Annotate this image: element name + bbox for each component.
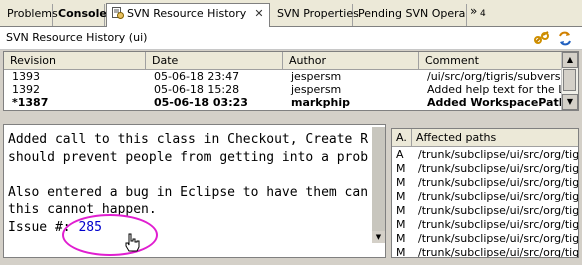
table-row[interactable]: M/trunk/subclipse/ui/src/org/tig... xyxy=(392,190,578,204)
column-header-affected-paths[interactable]: Affected paths xyxy=(412,129,496,146)
table-row[interactable]: M/trunk/subclipse/ui/src/org/tig... xyxy=(392,218,578,232)
path-cell: /trunk/subclipse/ui/src/org/tig... xyxy=(418,162,579,175)
action-cell: A xyxy=(396,148,404,161)
path-cell: /trunk/subclipse/ui/src/org/tig... xyxy=(418,218,579,231)
scroll-down-icon[interactable]: ▼ xyxy=(562,94,578,110)
table-row[interactable]: M/trunk/subclipse/ui/src/org/tig... xyxy=(392,204,578,218)
action-cell: M xyxy=(396,204,406,217)
tab-pending-svn-operations[interactable]: Pending SVN Opera... xyxy=(353,4,467,26)
revision-cell: 1392 xyxy=(12,83,40,96)
comment-line: Also entered a bug in Eclipse to have th… xyxy=(8,184,369,200)
comment-cell: Added help text for the Lock xyxy=(427,83,572,96)
table-row[interactable]: M/trunk/subclipse/ui/src/org/tig... xyxy=(392,246,579,258)
affected-paths-table: A. Affected paths A/trunk/subclipse/ui/s… xyxy=(391,128,579,258)
path-cell: /trunk/subclipse/ui/src/org/tig... xyxy=(418,204,579,217)
scroll-up-icon[interactable]: ▲ xyxy=(562,52,578,68)
path-cell: /trunk/subclipse/ui/src/org/tig... xyxy=(418,176,579,189)
table-row[interactable]: 1393 05-06-18 23:47 jespersm /ui/src/org… xyxy=(4,70,572,83)
annotation-ellipse xyxy=(62,214,158,256)
action-cell: M xyxy=(396,162,406,175)
date-cell: 05-06-18 23:47 xyxy=(154,70,240,83)
table-scrollbar[interactable]: ▲ ▼ xyxy=(561,52,578,110)
comment-line: should prevent people from getting into … xyxy=(8,149,369,165)
column-header-date[interactable]: Date xyxy=(146,52,283,69)
chevron-overflow-icon[interactable]: » xyxy=(470,4,477,18)
view-title: SVN Resource History (ui) xyxy=(6,31,148,44)
revision-cell: *1387 xyxy=(12,96,49,109)
tab-console[interactable]: Console xyxy=(53,4,107,26)
table-row[interactable]: M/trunk/subclipse/ui/src/org/tig... xyxy=(392,232,578,246)
column-header-action[interactable]: A. xyxy=(392,129,412,146)
table-row[interactable]: A/trunk/subclipse/ui/src/org/tig... xyxy=(392,148,578,162)
comment-scrollbar[interactable]: ▼ xyxy=(372,127,385,243)
column-header-comment[interactable]: Comment xyxy=(419,52,564,69)
table-header: A. Affected paths xyxy=(392,129,578,147)
date-cell: 05-06-18 03:23 xyxy=(154,96,248,109)
comment-cell: Added WorkspacePathVa xyxy=(427,96,572,109)
path-cell: /trunk/subclipse/ui/src/org/tig... xyxy=(418,190,579,203)
scroll-thumb[interactable] xyxy=(563,69,576,91)
close-icon[interactable]: ✕ xyxy=(254,7,263,20)
tab-svn-resource-history[interactable]: SVN Resource History ✕ xyxy=(106,3,270,27)
history-table: Revision Date Author Comment 1393 05-06-… xyxy=(3,51,579,111)
tab-label: SVN Resource History xyxy=(127,7,247,20)
action-cell: M xyxy=(396,232,406,245)
author-cell: markphip xyxy=(291,96,350,109)
tab-label: Problems xyxy=(7,7,58,20)
revision-cell: 1393 xyxy=(12,70,40,83)
scroll-down-icon[interactable]: ▼ xyxy=(372,231,385,243)
tab-label: Console xyxy=(58,7,107,20)
table-row[interactable]: M/trunk/subclipse/ui/src/org/tig... xyxy=(392,162,578,176)
author-cell: jespersm xyxy=(291,70,342,83)
table-header: Revision Date Author Comment xyxy=(4,52,564,70)
tab-label: Pending SVN Opera... xyxy=(358,7,467,20)
table-row[interactable]: 1392 05-06-18 15:28 jespersm Added help … xyxy=(4,83,572,96)
tab-problems[interactable]: Problems xyxy=(2,4,58,26)
action-cell: M xyxy=(396,190,406,203)
action-cell: M xyxy=(396,218,406,231)
scroll-thumb[interactable] xyxy=(372,127,385,231)
action-cell: M xyxy=(396,176,406,189)
path-cell: /trunk/subclipse/ui/src/org/tig... xyxy=(418,246,579,258)
comment-text-area[interactable]: Added call to this class in Checkout, Cr… xyxy=(3,124,386,258)
comment-line: Added call to this class in Checkout, Cr… xyxy=(8,132,369,147)
date-cell: 05-06-18 15:28 xyxy=(154,83,240,96)
refresh-icon[interactable] xyxy=(556,30,574,47)
table-row-selected[interactable]: *1387 05-06-18 03:23 markphip Added Work… xyxy=(4,96,572,109)
path-cell: /trunk/subclipse/ui/src/org/tig... xyxy=(418,148,579,161)
svn-history-icon xyxy=(112,7,124,19)
action-cell: M xyxy=(396,246,406,258)
tab-label: SVN Properties xyxy=(277,7,359,20)
comment-line: this cannot happen. xyxy=(8,202,157,217)
pane-sash[interactable] xyxy=(0,112,582,124)
view-tab-bar: Problems Console SVN Resource History ✕ S… xyxy=(0,0,582,27)
comment-cell: /ui/src/org/tigris/subversion/ xyxy=(427,70,572,83)
view-title-bar: SVN Resource History (ui) xyxy=(0,27,582,50)
table-row[interactable]: M/trunk/subclipse/ui/src/org/tig... xyxy=(392,176,578,190)
author-cell: jespersm xyxy=(291,83,342,96)
link-with-editor-icon[interactable] xyxy=(533,30,551,47)
overflow-count: 4 xyxy=(480,9,486,19)
hand-cursor-icon xyxy=(124,233,140,256)
column-header-revision[interactable]: Revision xyxy=(4,52,146,69)
tab-svn-properties[interactable]: SVN Properties xyxy=(272,4,359,26)
column-header-author[interactable]: Author xyxy=(283,52,419,69)
path-cell: /trunk/subclipse/ui/src/org/tig... xyxy=(418,232,579,245)
